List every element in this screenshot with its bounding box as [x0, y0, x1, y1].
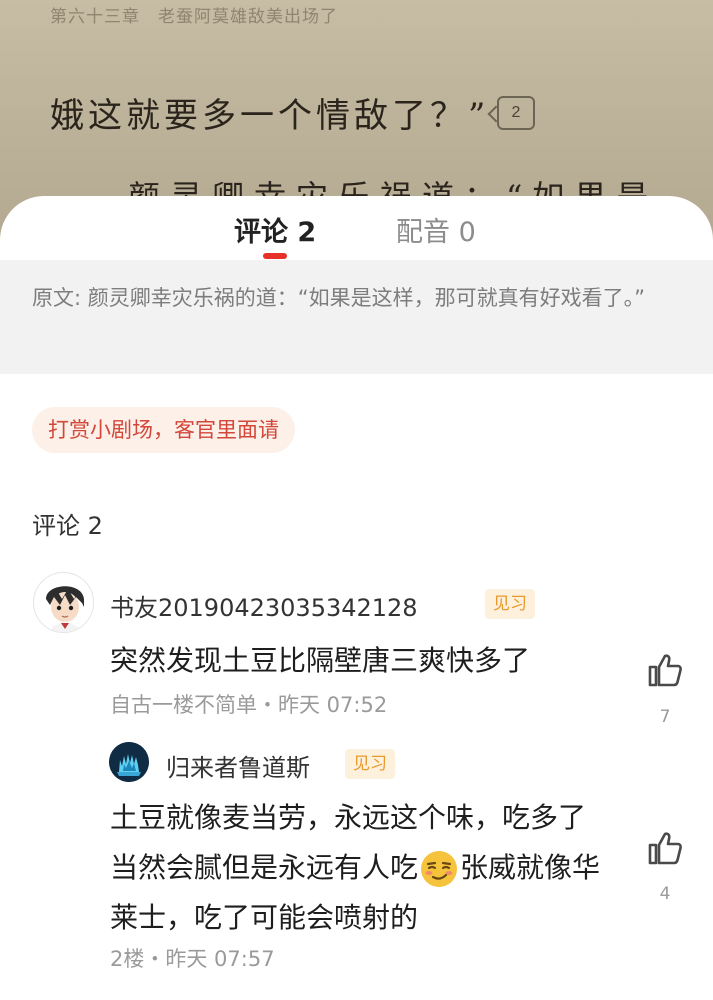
like-count: 4 — [659, 884, 671, 904]
comment-text: 突然发现土豆比隔壁唐三爽快多了 — [110, 644, 531, 677]
original-text-box: 原文: 颜灵卿幸灾乐祸的道：“如果是这样，那可就真有好戏看了。” — [0, 260, 713, 374]
level-badge: 见习 — [485, 589, 535, 619]
avatar[interactable] — [109, 742, 149, 782]
like-count: 7 — [659, 707, 671, 727]
avatar[interactable] — [33, 572, 94, 633]
smirk-emoji-icon — [421, 851, 458, 887]
active-tab-indicator — [263, 253, 287, 259]
paragraph-comment-count-bubble[interactable]: 2 — [497, 96, 535, 130]
tab-comments[interactable]: 评论 2 — [234, 210, 316, 249]
anime-boy-avatar-icon — [34, 573, 93, 632]
reply-text: 土豆就像麦当劳，永远这个味，吃多了当然会腻但是永远有人吃 张威就像华莱士，吃了可… — [110, 793, 610, 943]
comment-username[interactable]: 书友20190423035342128 — [110, 588, 418, 623]
book-text-line: 娥这就要多一个情敌了？” — [50, 96, 490, 136]
reward-theater-button[interactable]: 打赏小剧场，客官里面请 — [32, 407, 295, 453]
thumbs-up-icon — [648, 654, 682, 687]
comment-panel: 评论 2 配音 0 原文: 颜灵卿幸灾乐祸的道：“如果是这样，那可就真有好戏看了… — [0, 196, 713, 1000]
blue-coral-avatar-icon — [109, 742, 149, 782]
thumbs-up-icon — [648, 832, 682, 865]
level-badge: 见习 — [345, 749, 395, 779]
chapter-header: 第六十三章 老蚕阿莫雄敌美出场了 — [50, 7, 338, 27]
reply-username[interactable]: 归来者鲁道斯 — [166, 748, 310, 783]
tab-dubbing[interactable]: 配音 0 — [396, 210, 476, 249]
like-button[interactable] — [647, 830, 683, 866]
comment-meta: 自古一楼不简单・昨天 07:52 — [110, 693, 388, 717]
tab-bar: 评论 2 配音 0 — [0, 196, 713, 260]
reply-meta: 2楼・昨天 07:57 — [110, 947, 275, 971]
like-button[interactable] — [647, 652, 683, 688]
comments-heading: 评论 2 — [32, 512, 103, 540]
